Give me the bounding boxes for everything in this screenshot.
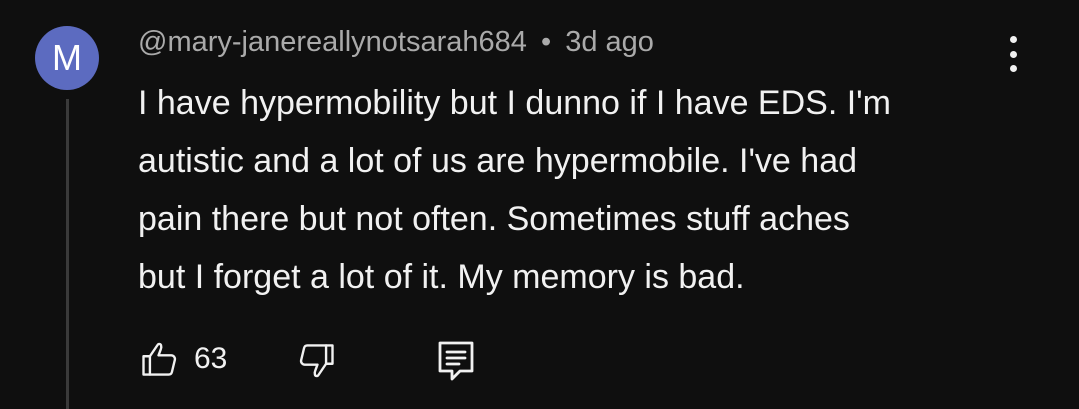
thumbs-down-icon <box>299 344 334 378</box>
avatar[interactable]: M <box>35 26 99 90</box>
dislike-button[interactable] <box>294 339 338 383</box>
avatar-letter: M <box>52 37 82 78</box>
timestamp[interactable]: 3d ago <box>565 26 654 58</box>
more-vertical-icon[interactable] <box>998 32 1028 76</box>
header-separator: • <box>540 26 552 58</box>
reply-button[interactable] <box>436 339 476 383</box>
comment-line: pain there but not often. Sometimes stuf… <box>138 200 850 238</box>
menu-dot <box>1009 65 1017 72</box>
author-name[interactable]: @mary-janereallynotsarah684 <box>138 26 527 58</box>
comment-line: I have hypermobility but I dunno if I ha… <box>138 84 891 122</box>
thumbs-up-icon <box>142 342 177 376</box>
comment-line: autistic and a lot of us are hypermobile… <box>138 142 858 180</box>
thread-line <box>66 99 69 409</box>
reply-comment-icon <box>438 341 474 381</box>
comment-line: but I forget a lot of it. My memory is b… <box>138 258 745 296</box>
menu-dot <box>1009 50 1017 58</box>
comment-header: @mary-janereallynotsarah684 • 3d ago <box>138 22 654 62</box>
menu-dot <box>1009 36 1017 43</box>
comment-text: I have hypermobility but I dunno if I ha… <box>138 74 1038 306</box>
like-count: 63 <box>194 342 228 375</box>
like-button[interactable] <box>138 337 182 381</box>
